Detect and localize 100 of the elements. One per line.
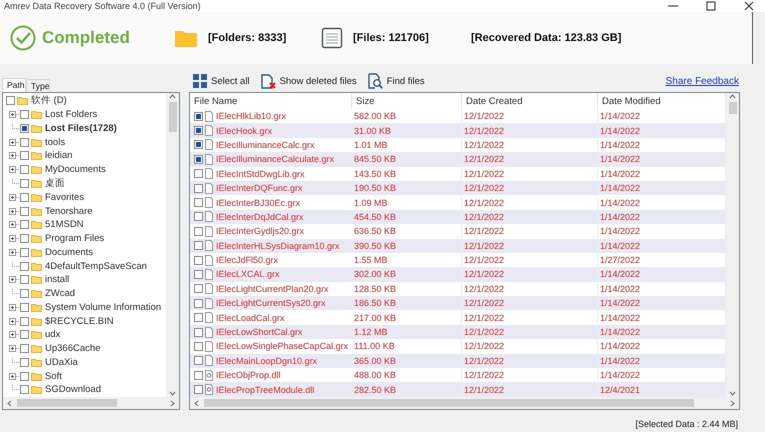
checkbox[interactable] bbox=[194, 140, 203, 150]
expand-icon[interactable] bbox=[9, 206, 20, 216]
checkbox[interactable] bbox=[194, 284, 203, 294]
scroll-left-icon[interactable] bbox=[6, 400, 13, 406]
checkbox[interactable] bbox=[194, 241, 203, 250]
expand-icon[interactable] bbox=[9, 248, 20, 257]
checkbox[interactable] bbox=[20, 330, 29, 340]
tree-item[interactable]: Favorites bbox=[45, 192, 84, 203]
tree-item[interactable]: Soft bbox=[45, 370, 62, 382]
tree-item[interactable]: UDaXia bbox=[45, 356, 78, 368]
expand-icon[interactable] bbox=[9, 275, 20, 284]
tab[interactable]: Path bbox=[2, 78, 26, 92]
scroll-right-icon[interactable] bbox=[169, 400, 176, 406]
checkbox[interactable] bbox=[20, 178, 29, 188]
folder-icon bbox=[174, 28, 198, 48]
checkbox[interactable] bbox=[20, 248, 29, 257]
checkbox[interactable] bbox=[20, 124, 29, 133]
checkbox[interactable] bbox=[6, 96, 15, 106]
share-feedback-link[interactable]: Share Feedback bbox=[666, 76, 739, 86]
scroll-up-icon[interactable] bbox=[169, 93, 176, 100]
expand-icon[interactable] bbox=[9, 110, 20, 120]
tree-item[interactable]: Lost Folders bbox=[45, 109, 98, 120]
tree-item[interactable]: install bbox=[45, 274, 70, 286]
expand-icon[interactable] bbox=[9, 138, 20, 147]
checkbox[interactable] bbox=[20, 110, 29, 120]
checkbox[interactable] bbox=[194, 126, 203, 136]
checkbox[interactable] bbox=[20, 385, 29, 394]
scroll-thumb[interactable] bbox=[168, 102, 176, 132]
checkbox[interactable] bbox=[20, 220, 29, 230]
checkbox[interactable] bbox=[20, 165, 29, 174]
checkbox[interactable] bbox=[194, 356, 203, 366]
checkbox[interactable] bbox=[20, 262, 29, 271]
tree-item[interactable]: 桌面 bbox=[45, 176, 65, 190]
scroll-down-icon[interactable] bbox=[169, 390, 176, 397]
tree-item[interactable]: ZWcad bbox=[45, 288, 76, 300]
expand-icon[interactable] bbox=[9, 330, 20, 340]
scroll-thumb[interactable] bbox=[204, 399, 694, 407]
expand-icon[interactable] bbox=[9, 344, 20, 354]
checkbox[interactable] bbox=[194, 385, 203, 394]
scroll-left-icon[interactable] bbox=[193, 400, 200, 406]
tree-item[interactable]: udx bbox=[45, 329, 60, 340]
tree-item[interactable]: leidian bbox=[45, 150, 72, 162]
tree-item[interactable]: Documents bbox=[45, 246, 94, 258]
checkbox[interactable] bbox=[20, 234, 29, 244]
toolbar-button[interactable]: Show deleted files bbox=[260, 73, 357, 89]
checkbox[interactable] bbox=[194, 154, 203, 164]
checkbox[interactable] bbox=[20, 358, 29, 367]
checkbox[interactable] bbox=[194, 112, 203, 121]
tree-item[interactable]: tools bbox=[45, 136, 66, 148]
checkbox[interactable] bbox=[194, 328, 203, 337]
checkbox[interactable] bbox=[20, 275, 29, 284]
checkbox[interactable] bbox=[194, 169, 203, 178]
toolbar-button[interactable]: Select all bbox=[192, 73, 250, 89]
checkbox[interactable] bbox=[20, 372, 29, 381]
checkbox[interactable] bbox=[194, 184, 203, 193]
expand-icon[interactable] bbox=[9, 302, 20, 312]
toolbar-button[interactable]: Find files bbox=[366, 73, 425, 89]
expand-icon[interactable] bbox=[9, 151, 20, 160]
tree-item[interactable]: Program Files bbox=[45, 233, 104, 244]
maximize-icon[interactable] bbox=[705, 1, 717, 11]
checkbox[interactable] bbox=[194, 270, 203, 279]
checkbox[interactable] bbox=[20, 206, 29, 216]
expand-icon[interactable] bbox=[9, 372, 20, 381]
tree-item[interactable]: SGDownload bbox=[45, 384, 101, 396]
checkbox[interactable] bbox=[20, 138, 29, 147]
tab[interactable]: Type bbox=[26, 79, 50, 92]
checkbox[interactable] bbox=[20, 289, 29, 298]
scroll-up-icon[interactable] bbox=[729, 93, 736, 100]
checkbox[interactable] bbox=[20, 316, 29, 326]
expand-icon[interactable] bbox=[9, 316, 20, 326]
checkbox[interactable] bbox=[194, 212, 203, 222]
scroll-down-icon[interactable] bbox=[729, 390, 736, 397]
checkbox[interactable] bbox=[194, 313, 203, 322]
checkbox[interactable] bbox=[194, 256, 203, 265]
checkbox[interactable] bbox=[20, 344, 29, 354]
checkbox[interactable] bbox=[194, 226, 203, 236]
expand-icon[interactable] bbox=[9, 220, 20, 230]
checkbox[interactable] bbox=[194, 370, 203, 380]
scroll-thumb[interactable] bbox=[728, 102, 736, 114]
tree-item[interactable]: 51MSDN bbox=[45, 219, 84, 230]
tree-item[interactable]: System Volume Information bbox=[45, 302, 162, 313]
expand-icon[interactable] bbox=[9, 234, 20, 244]
checkbox[interactable] bbox=[194, 298, 203, 308]
tree-item[interactable]: MyDocuments bbox=[45, 164, 106, 176]
close-icon[interactable] bbox=[743, 1, 755, 11]
tree-item[interactable]: $RECYCLE.BIN bbox=[45, 316, 114, 327]
checkbox[interactable] bbox=[20, 192, 29, 202]
tree-item[interactable]: 4DefaultTempSaveScan bbox=[45, 260, 147, 272]
expand-icon[interactable] bbox=[9, 192, 20, 202]
checkbox[interactable] bbox=[20, 302, 29, 312]
checkbox[interactable] bbox=[194, 342, 203, 351]
checkbox[interactable] bbox=[194, 198, 203, 208]
tree-item[interactable]: 软件 (D) bbox=[31, 94, 67, 108]
tree-item[interactable]: Tenorshare bbox=[45, 206, 93, 216]
scroll-right-icon[interactable] bbox=[729, 400, 736, 406]
expand-icon[interactable] bbox=[9, 165, 20, 174]
tree-item[interactable]: Up366Cache bbox=[45, 343, 100, 354]
tree-item[interactable]: Lost Files(1728) bbox=[45, 122, 117, 134]
checkbox[interactable] bbox=[20, 151, 29, 160]
scroll-thumb[interactable] bbox=[17, 399, 117, 407]
